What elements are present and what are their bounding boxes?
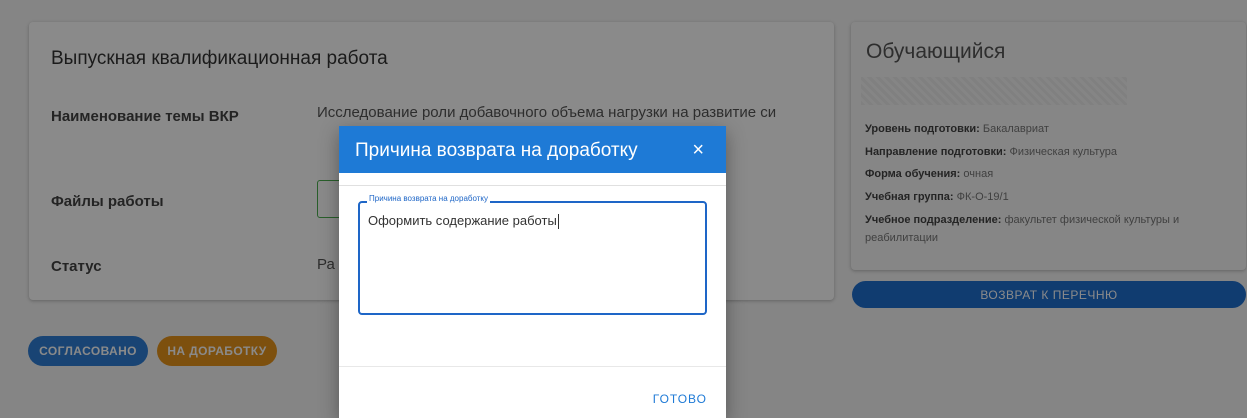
reason-field-label: Причина возврата на доработку xyxy=(367,194,491,203)
reason-field-value[interactable]: Оформить содержание работы xyxy=(368,213,559,230)
dialog-header: Причина возврата на доработку × xyxy=(339,126,726,173)
done-button[interactable]: ГОТОВО xyxy=(653,392,707,406)
close-icon[interactable]: × xyxy=(692,140,704,160)
dialog-title: Причина возврата на доработку xyxy=(355,140,638,161)
return-reason-dialog: Причина возврата на доработку × Причина … xyxy=(339,126,726,418)
reason-textarea[interactable]: Причина возврата на доработку Оформить с… xyxy=(358,194,707,315)
dialog-footer-divider xyxy=(339,366,726,367)
text-cursor xyxy=(557,214,559,230)
dialog-divider xyxy=(339,185,726,186)
